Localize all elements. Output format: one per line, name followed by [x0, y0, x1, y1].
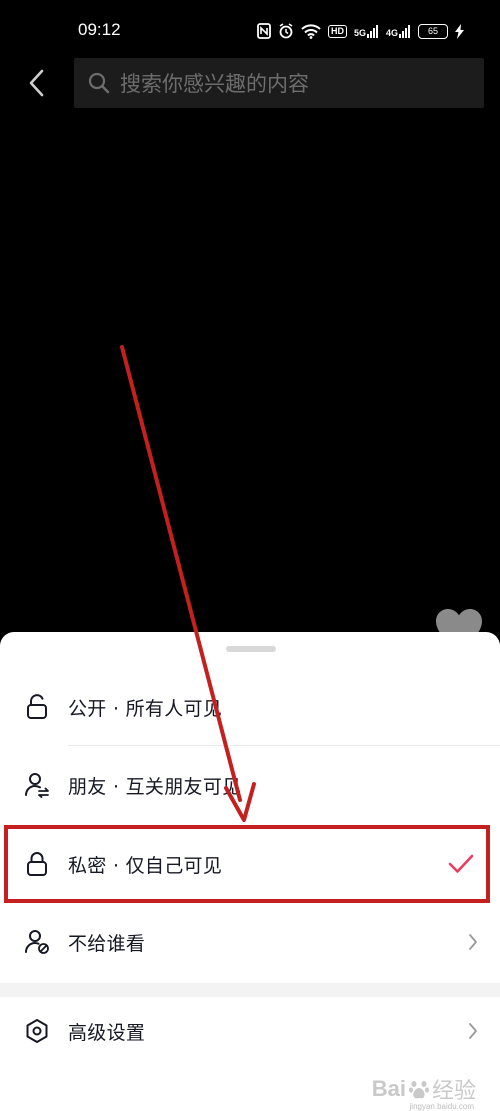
paw-logo-icon — [408, 1081, 429, 1099]
watermark-url: jingyan.baidu.com — [409, 1102, 474, 1111]
watermark: Bai 经验 — [372, 1073, 476, 1105]
watermark-brand: Bai — [371, 1076, 406, 1101]
watermark-sub: 经验 — [431, 1079, 476, 1104]
annotation-arrow — [120, 345, 256, 822]
